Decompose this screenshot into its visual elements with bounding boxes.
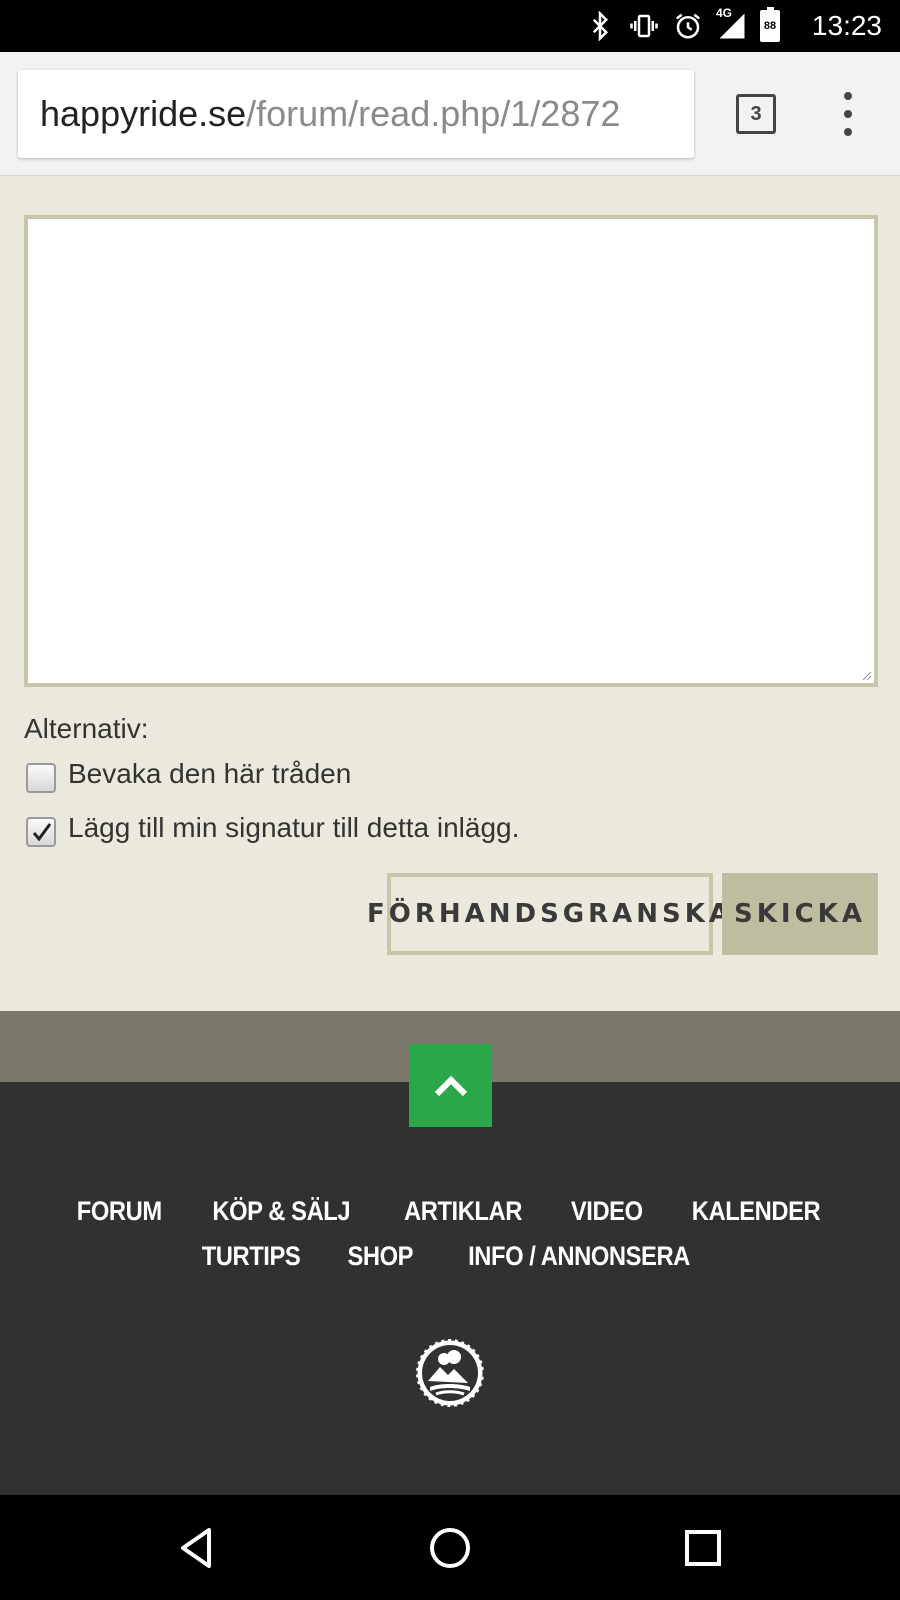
send-button[interactable]: SKICKA: [722, 873, 878, 955]
overflow-menu-icon[interactable]: [836, 92, 860, 136]
checkmark-icon: [32, 823, 52, 842]
chevron-up-icon: [434, 1075, 467, 1096]
url-path: /forum/read.php/1/2872: [246, 93, 621, 134]
preview-button[interactable]: FÖRHANDSGRANSKA: [367, 873, 729, 955]
bluetooth-icon: [584, 10, 616, 42]
footer-link-kalender[interactable]: KALENDER: [692, 1196, 821, 1227]
footer-link-turtips[interactable]: TURTIPS: [201, 1241, 300, 1272]
site-logo-icon[interactable]: [414, 1337, 486, 1409]
footer-link-kop-salj[interactable]: KÖP & SÄLJ: [213, 1196, 351, 1227]
signal-icon: 4G: [716, 6, 748, 42]
url-text: happyride.se/forum/read.php/1/2872: [40, 70, 620, 158]
system-nav-bar: [0, 1495, 900, 1600]
footer-nav: FORUM KÖP & SÄLJ ARTIKLAR VIDEO KALENDER…: [20, 1196, 880, 1272]
add-signature-label: Lägg till min signatur till detta inlägg…: [68, 812, 520, 843]
reply-form: Alternativ: Bevaka den här tråden Lägg t…: [0, 177, 900, 1011]
url-bar[interactable]: happyride.se/forum/read.php/1/2872: [18, 70, 694, 158]
footer: [0, 1082, 900, 1495]
add-signature-option[interactable]: Lägg till min signatur till detta inlägg…: [26, 809, 519, 847]
back-triangle-icon: [181, 1528, 211, 1568]
footer-link-video[interactable]: VIDEO: [571, 1196, 643, 1227]
message-textarea[interactable]: [24, 215, 878, 687]
footer-link-shop[interactable]: SHOP: [347, 1241, 413, 1272]
status-time: 13:23: [811, 10, 882, 41]
url-host: happyride.se: [40, 93, 247, 134]
home-circle-icon: [430, 1528, 470, 1568]
add-signature-checkbox[interactable]: [26, 817, 56, 847]
status-bar: 4G 88 13:23: [0, 0, 900, 52]
footer-link-forum[interactable]: FORUM: [77, 1196, 162, 1227]
tab-count: 3: [750, 102, 762, 125]
recents-nav-button[interactable]: [676, 1521, 730, 1575]
footer-link-artiklar[interactable]: ARTIKLAR: [404, 1196, 522, 1227]
battery-level: 88: [763, 20, 777, 32]
battery-icon: 88: [760, 7, 780, 42]
options-label: Alternativ:: [24, 713, 149, 744]
watch-thread-checkbox[interactable]: [26, 763, 56, 793]
vibrate-icon: [628, 10, 660, 42]
watch-thread-option[interactable]: Bevaka den här tråden: [26, 755, 351, 793]
back-nav-button[interactable]: [170, 1521, 224, 1575]
recents-square-icon: [685, 1530, 721, 1566]
footer-link-info-annonsera[interactable]: INFO / ANNONSERA: [468, 1241, 690, 1272]
tab-switcher-button[interactable]: 3: [736, 94, 776, 134]
browser-toolbar: happyride.se/forum/read.php/1/2872 3: [0, 52, 900, 176]
watch-thread-label: Bevaka den här tråden: [68, 758, 352, 789]
network-type: 4G: [716, 6, 733, 20]
back-to-top-button[interactable]: [409, 1044, 492, 1127]
resize-grip-icon[interactable]: [860, 669, 872, 681]
alarm-icon: [672, 10, 704, 42]
home-nav-button[interactable]: [423, 1521, 477, 1575]
status-icons: 4G 88: [584, 6, 780, 44]
